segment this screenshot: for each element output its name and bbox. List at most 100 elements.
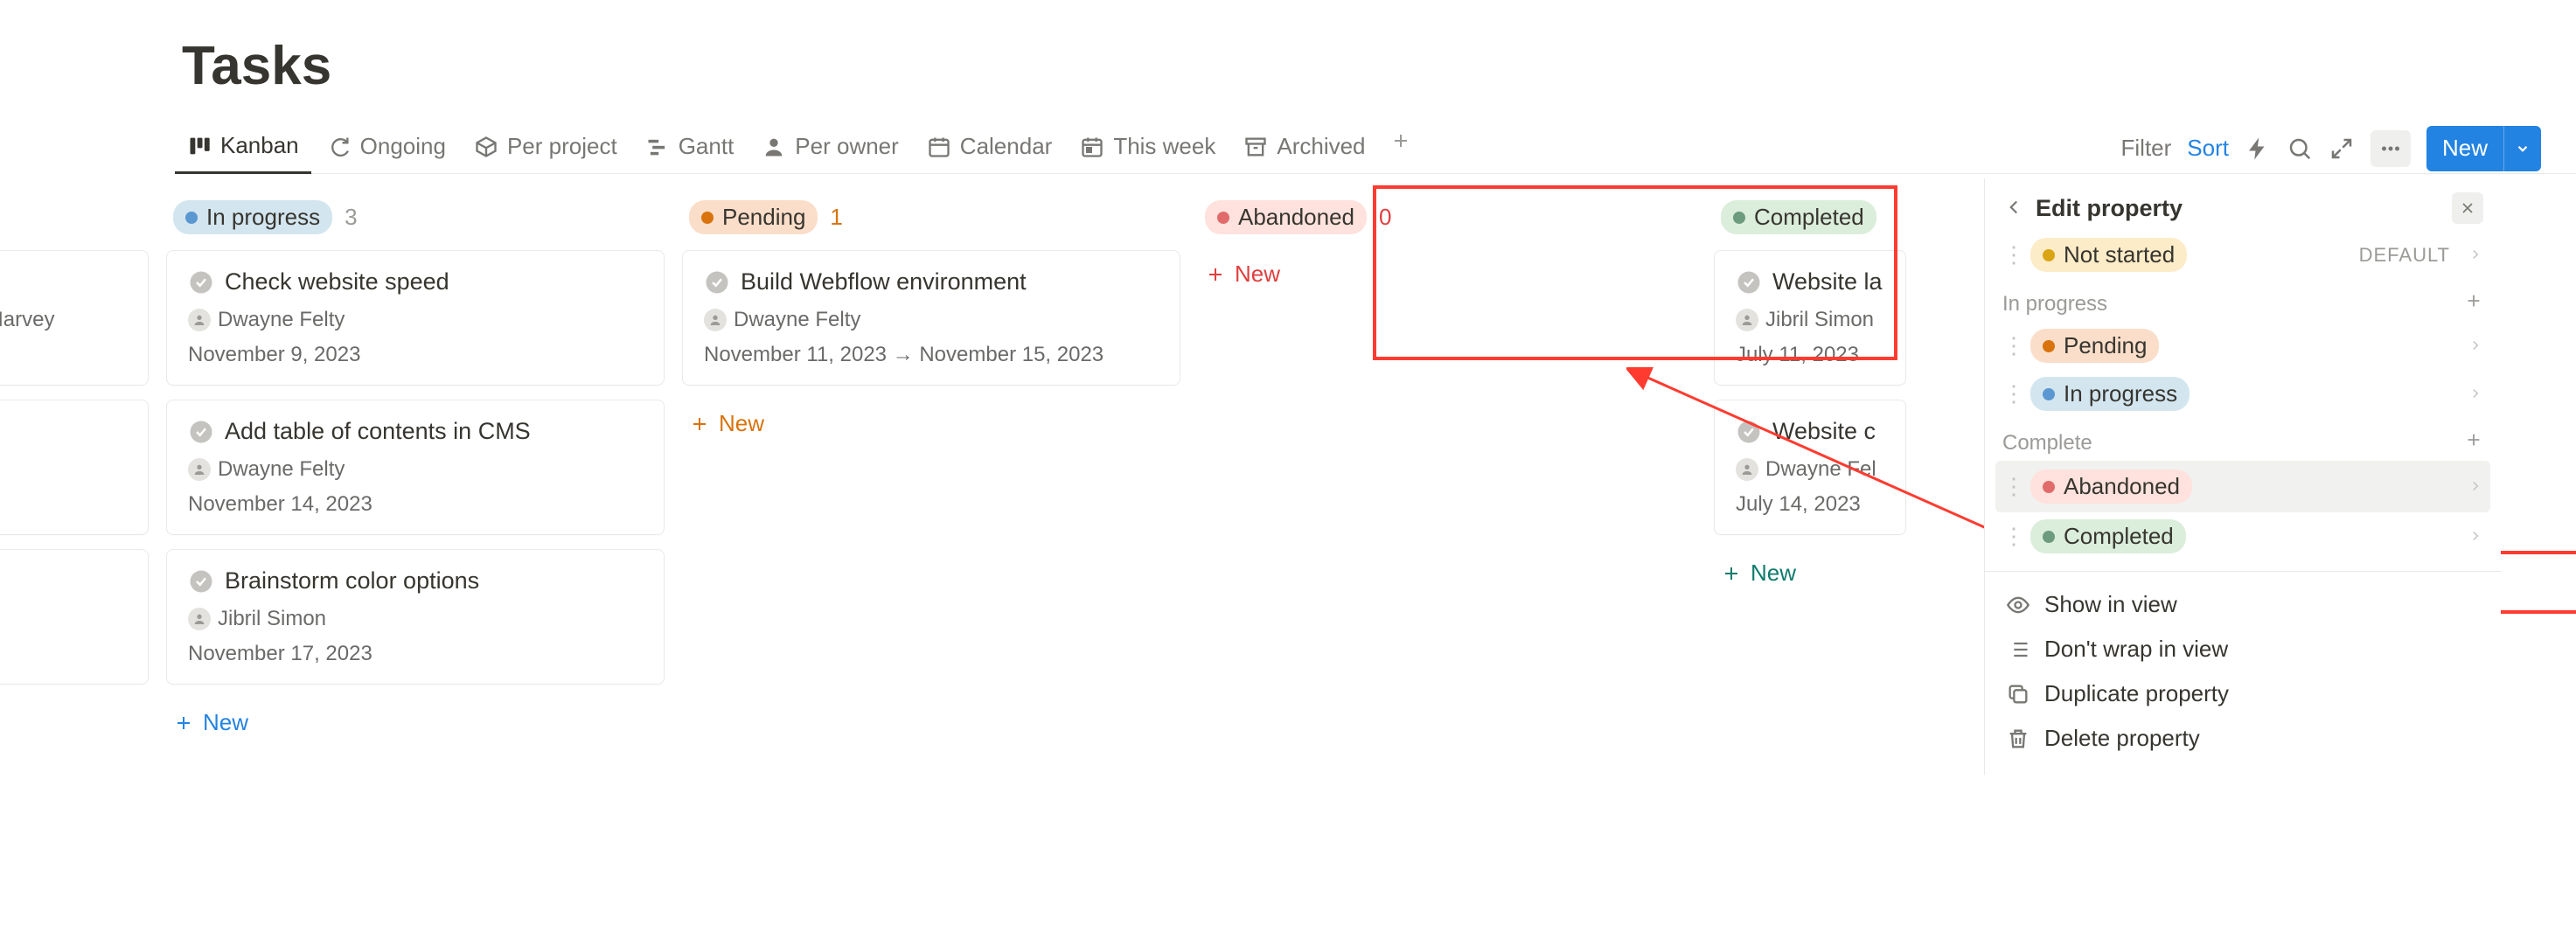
column-count: 3 <box>345 204 357 231</box>
column-count: 0 <box>1379 204 1391 231</box>
drag-handle[interactable]: ⋮⋮ <box>2002 473 2020 500</box>
wrap-action[interactable]: Don't wrap in view <box>2002 627 2483 671</box>
person-icon <box>192 612 206 626</box>
card-title: Website la <box>1772 268 1883 296</box>
eye-icon <box>2006 593 2030 617</box>
check-circle-icon <box>704 269 730 296</box>
check-circle-icon <box>1736 419 1762 445</box>
plus-icon <box>689 414 710 435</box>
trash-icon <box>2006 727 2030 751</box>
add-card-button[interactable]: New <box>1198 250 1696 298</box>
sort-button[interactable]: Sort <box>2187 135 2229 162</box>
delete-action[interactable]: Delete property <box>2002 716 2483 761</box>
person-icon <box>762 135 786 159</box>
chevron-right-icon <box>2468 386 2483 401</box>
card-date: November 17, 2023 <box>188 642 643 666</box>
search-button[interactable] <box>2287 136 2313 162</box>
person-icon <box>708 313 722 327</box>
drag-handle[interactable]: ⋮⋮ <box>2002 523 2020 550</box>
chevron-right-icon <box>2468 337 2483 353</box>
card-date: November 9, 2023 <box>188 343 643 367</box>
card-title: Build Webflow environment <box>741 268 1027 296</box>
back-button[interactable] <box>2002 196 2025 221</box>
tab-per-owner[interactable]: Per owner <box>749 123 911 173</box>
status-pill[interactable]: Abandoned <box>1205 200 1367 234</box>
task-card[interactable]: Website la Jibril Simon July 11, 2023 <box>1714 250 1906 386</box>
kanban-column: Completed Website la Jibril Simon July 1… <box>1714 195 1906 747</box>
tab-calendar[interactable]: Calendar <box>915 123 1065 173</box>
new-button-dropdown[interactable] <box>2503 126 2541 171</box>
plus-icon <box>2464 291 2483 310</box>
status-option-row[interactable]: ⋮⋮ Not started DEFAULT <box>2002 231 2483 279</box>
drag-handle[interactable]: ⋮⋮ <box>2002 241 2020 268</box>
task-card[interactable]: Check website speed Dwayne Felty Novembe… <box>166 250 665 386</box>
gantt-icon <box>645 135 670 159</box>
tab-label: Gantt <box>679 133 735 160</box>
add-card-button[interactable]: New <box>682 400 1180 448</box>
copy-icon <box>2006 682 2030 706</box>
drag-handle[interactable]: ⋮⋮ <box>2002 380 2020 407</box>
assignee: Dwayne Felty <box>188 308 345 332</box>
tab-per-project[interactable]: Per project <box>462 123 630 173</box>
arrow-left-icon <box>2002 196 2025 219</box>
new-button[interactable]: New <box>2426 126 2541 171</box>
tab-gantt[interactable]: Gantt <box>633 123 747 173</box>
add-card-button[interactable]: New <box>1714 549 1906 597</box>
tab-label: Ongoing <box>360 133 446 160</box>
tab-this-week[interactable]: This week <box>1068 123 1228 173</box>
kanban-column: Pending 1 Build Webflow environment Dway… <box>682 195 1180 747</box>
assignee: Dwayne Felty <box>704 308 860 332</box>
more-button[interactable] <box>2371 130 2411 167</box>
toolbar: Filter Sort New <box>2121 126 2541 171</box>
status-option-row[interactable]: ⋮⋮ Abandoned <box>1995 461 2490 512</box>
status-option-row[interactable]: ⋮⋮ Pending <box>2002 322 2483 370</box>
bolt-icon <box>2245 136 2271 162</box>
card-title: Add table of contents in CMS <box>225 418 531 445</box>
task-card[interactable]: Brainstorm color options Jibril Simon No… <box>166 549 665 685</box>
kanban-column: d 3 ebsite speed rothe Adah Harvey 2023 … <box>0 195 149 747</box>
assignee: Jibril Simon <box>1736 308 1874 332</box>
status-option-row[interactable]: ⋮⋮ Completed <box>2002 512 2483 560</box>
plus-icon <box>173 713 194 734</box>
status-pill[interactable]: Completed <box>1721 200 1876 234</box>
tab-kanban[interactable]: Kanban <box>175 123 311 174</box>
tab-label: Calendar <box>960 133 1053 160</box>
check-circle-icon <box>1736 269 1762 296</box>
tab-ongoing[interactable]: Ongoing <box>315 123 458 173</box>
plus-icon <box>1205 264 1226 285</box>
filter-button[interactable]: Filter <box>2121 135 2172 162</box>
task-card[interactable]: mization n 2023 <box>0 400 149 535</box>
tab-label: Kanban <box>220 132 299 159</box>
task-card[interactable]: Build Webflow environment Dwayne Felty N… <box>682 250 1180 386</box>
duplicate-action[interactable]: Duplicate property <box>2002 671 2483 716</box>
add-view-button[interactable] <box>1382 123 1420 173</box>
status-option-row[interactable]: ⋮⋮ In progress <box>2002 370 2483 418</box>
drag-handle[interactable]: ⋮⋮ <box>2002 332 2020 359</box>
status-pill[interactable]: Pending <box>689 200 818 234</box>
page-title: Tasks <box>175 35 2576 97</box>
add-card-button[interactable]: New <box>166 699 665 747</box>
card-date: 2023 <box>0 642 127 666</box>
check-circle-icon <box>188 568 214 595</box>
close-button[interactable] <box>2452 192 2483 224</box>
chevron-right-icon <box>2468 528 2483 544</box>
add-status-button[interactable] <box>2464 291 2483 316</box>
add-status-button[interactable] <box>2464 430 2483 456</box>
assignee: Adah Harvey <box>0 308 54 332</box>
tab-archived[interactable]: Archived <box>1231 123 1377 173</box>
card-title: Website c <box>1772 418 1876 445</box>
check-circle-icon <box>188 419 214 445</box>
edit-property-panel: Edit property ⋮⋮ Not started DEFAULT In … <box>1985 178 2501 775</box>
task-card[interactable]: SEO settings ner 2023 <box>0 549 149 685</box>
task-card[interactable]: Add table of contents in CMS Dwayne Felt… <box>166 400 665 535</box>
expand-button[interactable] <box>2329 136 2355 162</box>
status-pill[interactable]: In progress <box>173 200 332 234</box>
tab-label: Per owner <box>795 133 899 160</box>
tab-label: Archived <box>1277 133 1365 160</box>
task-card[interactable]: ebsite speed rothe Adah Harvey 2023 <box>0 250 149 386</box>
show-in-view-action[interactable]: Show in view <box>2002 582 2483 627</box>
card-date: July 14, 2023 <box>1736 492 1884 517</box>
automation-button[interactable] <box>2245 136 2271 162</box>
task-card[interactable]: Website c Dwayne Fel July 14, 2023 <box>1714 400 1906 535</box>
list-icon <box>2006 637 2030 662</box>
